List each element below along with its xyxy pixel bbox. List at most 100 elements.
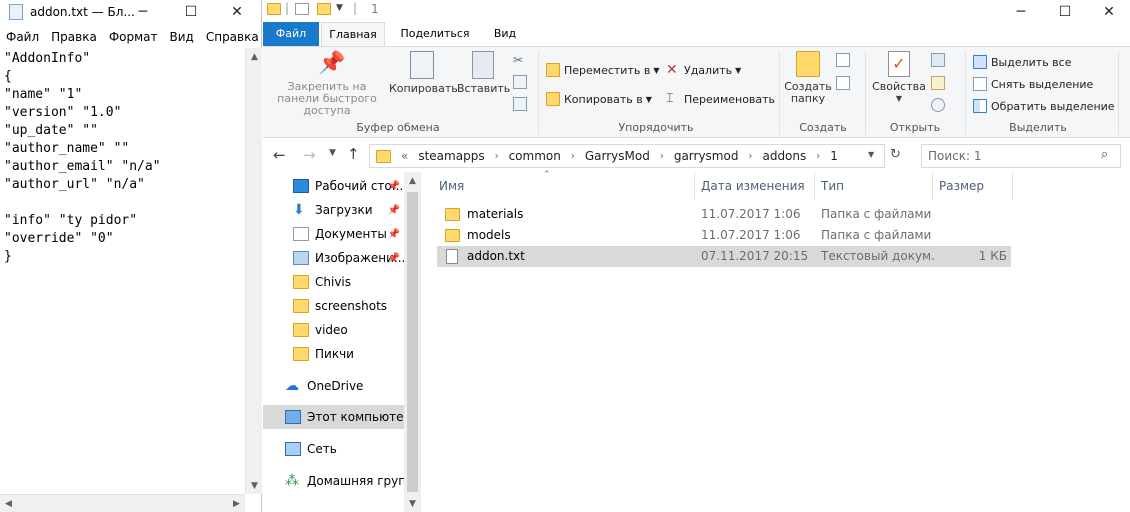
nav-item-downloads[interactable]: ⬇ Загрузки 📌: [263, 198, 404, 222]
nav-item-onedrive[interactable]: ☁ OneDrive: [263, 374, 404, 398]
close-button[interactable]: ✕: [214, 0, 260, 24]
new-folder-quick-icon[interactable]: [317, 3, 331, 15]
scrollbar-thumb[interactable]: [407, 192, 418, 492]
copy-path-icon[interactable]: [513, 75, 527, 89]
scroll-up-icon[interactable]: ▲: [246, 48, 263, 65]
scroll-down-icon[interactable]: ▼: [246, 477, 263, 494]
back-arrow-icon[interactable]: ←: [273, 146, 286, 164]
minimize-button[interactable]: ─: [998, 0, 1044, 24]
breadcrumb-overflow[interactable]: «: [401, 149, 408, 163]
notepad-text-area[interactable]: "AddonInfo" { "name" "1" "version" "1.0"…: [4, 50, 244, 495]
properties-icon: ✓: [888, 51, 910, 77]
close-button[interactable]: ✕: [1086, 0, 1130, 24]
delete-label: Удалить: [684, 63, 733, 77]
search-input[interactable]: Поиск: 1: [921, 144, 1121, 168]
nav-item-pictures[interactable]: Изображени... 📌: [263, 246, 404, 270]
history-icon[interactable]: [931, 98, 945, 112]
properties-label: Свойства: [872, 80, 926, 93]
paste-shortcut-icon[interactable]: [513, 97, 527, 111]
easy-access-icon[interactable]: [836, 76, 850, 90]
tab-view[interactable]: Вид: [485, 22, 525, 46]
breadcrumb-item[interactable]: common: [509, 149, 561, 163]
copy-to-button[interactable]: Копировать в ▼: [546, 92, 652, 106]
nav-item-pikchi[interactable]: Пикчи: [263, 342, 404, 366]
chevron-right-icon[interactable]: ›: [816, 151, 820, 162]
file-row[interactable]: addon.txt 07.11.2017 20:15 Текстовый док…: [437, 246, 1011, 267]
nav-item-homegroup[interactable]: ⁂ Домашняя групп...: [263, 469, 404, 493]
pin-quick-access-button[interactable]: 📌 Закрепить на панели быстрого доступа: [267, 51, 387, 117]
invert-selection-button[interactable]: Обратить выделение: [973, 99, 1115, 113]
tab-share[interactable]: Поделиться: [395, 22, 475, 46]
forward-arrow-icon[interactable]: →: [303, 146, 316, 164]
recent-locations-icon[interactable]: ▼: [329, 148, 336, 158]
chevron-right-icon[interactable]: ›: [571, 151, 575, 162]
column-header-name[interactable]: Имя: [433, 172, 695, 200]
select-all-icon: [973, 55, 987, 69]
column-header-size[interactable]: Размер: [933, 172, 1013, 200]
menu-file[interactable]: Файл: [0, 26, 45, 48]
menu-view[interactable]: Вид: [164, 26, 200, 48]
rename-button[interactable]: ⌶ Переименовать: [666, 92, 775, 106]
open-icon[interactable]: [931, 53, 945, 67]
vertical-scrollbar[interactable]: ▲ ▼: [245, 48, 262, 494]
copy-button[interactable]: Копировать: [389, 51, 458, 95]
column-header-type[interactable]: Тип: [815, 172, 933, 200]
maximize-button[interactable]: ☐: [1042, 0, 1088, 24]
scroll-down-icon[interactable]: ▼: [404, 495, 421, 512]
scroll-left-icon[interactable]: ◀: [0, 495, 17, 512]
menu-edit[interactable]: Правка: [45, 26, 103, 48]
file-date: 11.07.2017 1:06: [701, 228, 801, 242]
address-history-icon[interactable]: ▼: [868, 150, 874, 159]
column-header-date[interactable]: Дата изменения: [695, 172, 815, 200]
tab-home[interactable]: Главная: [321, 22, 385, 46]
customize-quick-access-icon[interactable]: ▼: [336, 3, 343, 13]
properties-button[interactable]: ✓ Свойства ▼: [869, 51, 929, 105]
scroll-right-icon[interactable]: ▶: [228, 495, 245, 512]
nav-item-desktop[interactable]: Рабочий сто... 📌: [263, 174, 404, 198]
menu-help[interactable]: Справка: [200, 26, 265, 48]
file-list: ⌃ Имя Дата изменения Тип Размер material…: [421, 170, 1130, 512]
breadcrumb-item[interactable]: garrysmod: [674, 149, 739, 163]
chevron-right-icon[interactable]: ›: [495, 151, 499, 162]
breadcrumb-item[interactable]: 1: [830, 149, 838, 163]
edit-icon[interactable]: [931, 76, 945, 90]
nav-item-video[interactable]: video: [263, 318, 404, 342]
up-arrow-icon[interactable]: ↑: [347, 145, 360, 163]
nav-item-this-pc[interactable]: Этот компьютер: [263, 405, 404, 429]
nav-item-screenshots[interactable]: screenshots: [263, 294, 404, 318]
nav-item-label: Этот компьютер: [307, 410, 404, 424]
breadcrumb-item[interactable]: steamapps: [418, 149, 484, 163]
address-bar[interactable]: « steamapps › common › GarrysMod › garry…: [369, 144, 885, 168]
new-item-icon[interactable]: [836, 53, 850, 67]
menu-format[interactable]: Формат: [103, 26, 164, 48]
move-to-button[interactable]: Переместить в ▼: [546, 63, 660, 77]
invert-selection-label: Обратить выделение: [991, 99, 1115, 113]
paste-button[interactable]: Вставить: [457, 51, 510, 95]
downloads-icon: ⬇: [293, 202, 305, 218]
delete-button[interactable]: ✕ Удалить ▼: [666, 63, 741, 77]
breadcrumb-item[interactable]: GarrysMod: [585, 149, 650, 163]
horizontal-scrollbar[interactable]: ◀ ▶: [0, 494, 245, 512]
breadcrumb-item[interactable]: addons: [762, 149, 806, 163]
search-icon[interactable]: ⌕: [1101, 147, 1108, 162]
scroll-up-icon[interactable]: ▲: [404, 172, 421, 189]
maximize-button[interactable]: ☐: [168, 0, 214, 24]
select-none-button[interactable]: Снять выделение: [973, 77, 1093, 91]
nav-item-network[interactable]: Сеть: [263, 437, 404, 461]
cut-icon[interactable]: ✂: [513, 53, 523, 67]
refresh-icon[interactable]: ↻: [890, 147, 901, 162]
select-all-button[interactable]: Выделить все: [973, 55, 1071, 69]
nav-item-documents[interactable]: Документы 📌: [263, 222, 404, 246]
rename-label: Переименовать: [684, 92, 776, 106]
new-folder-button[interactable]: Создать папку: [781, 51, 835, 105]
minimize-button[interactable]: ─: [120, 0, 166, 24]
chevron-right-icon[interactable]: ›: [748, 151, 752, 162]
file-row[interactable]: materials 11.07.2017 1:06 Папка с файлам…: [437, 204, 1011, 225]
nav-item-chivis[interactable]: Chivis: [263, 270, 404, 294]
properties-quick-icon[interactable]: [295, 3, 309, 15]
tab-file[interactable]: Файл: [263, 22, 319, 46]
file-row[interactable]: models 11.07.2017 1:06 Папка с файлами: [437, 225, 1011, 246]
navigation-scrollbar[interactable]: ▲ ▼: [404, 172, 421, 512]
select-none-label: Снять выделение: [991, 77, 1094, 91]
chevron-right-icon[interactable]: ›: [660, 151, 664, 162]
